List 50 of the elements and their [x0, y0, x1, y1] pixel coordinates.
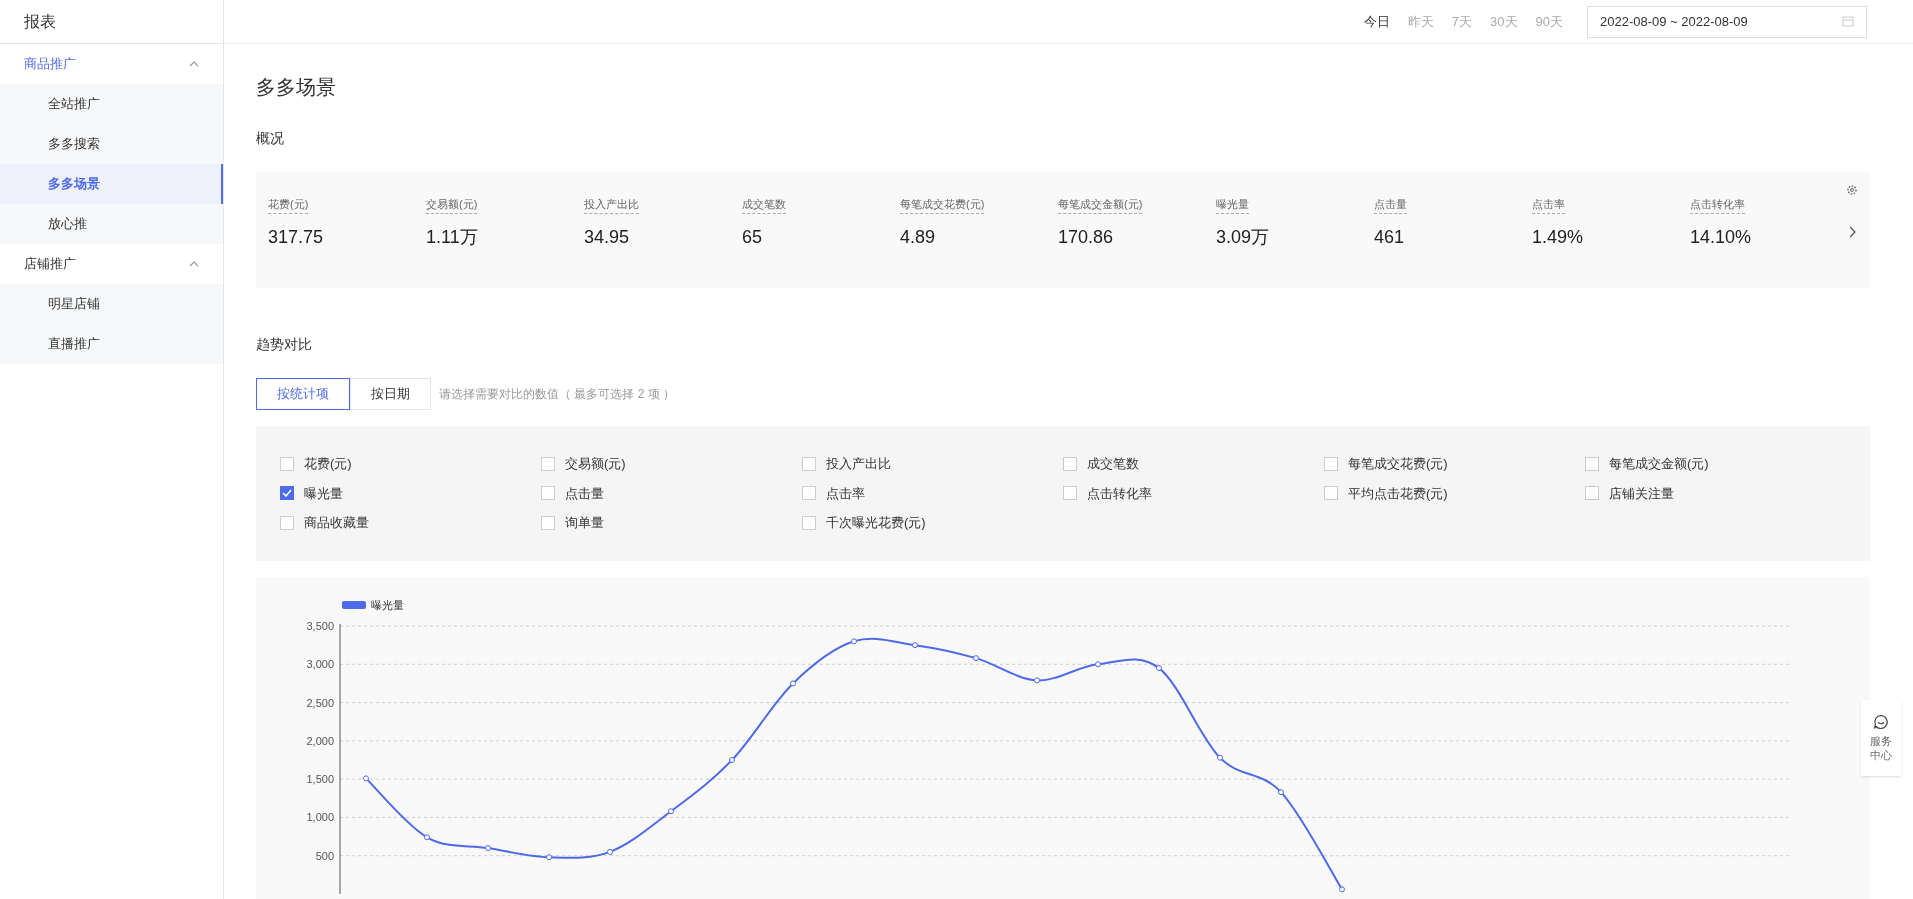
- metric-label: 每笔成交花费(元): [900, 196, 985, 214]
- hint-text: 请选择需要对比的数值（ 最多可选择 2 项 ）: [439, 386, 675, 403]
- option-label: 投入产出比: [826, 455, 891, 473]
- option-label: 点击转化率: [1087, 484, 1152, 503]
- metric-value: 1.49%: [1532, 225, 1585, 249]
- y-tick-label: 3,500: [306, 619, 334, 632]
- sidebar-title: 报表: [24, 11, 56, 32]
- legend-label: 曝光量: [371, 598, 404, 611]
- y-tick-label: 500: [315, 849, 334, 862]
- option-label: 每笔成交花费(元): [1348, 455, 1448, 473]
- option-label: 花费(元): [304, 455, 352, 473]
- option-label: 商品收藏量: [304, 514, 369, 532]
- option-label: 千次曝光花费(元): [826, 514, 926, 532]
- option-label: 点击率: [826, 484, 865, 503]
- metric-value: 65: [742, 225, 764, 249]
- option-label: 曝光量: [304, 484, 343, 503]
- option-label: 店铺关注量: [1609, 484, 1674, 503]
- metric-value: 317.75: [268, 225, 325, 249]
- metric-value: 4.89: [900, 225, 937, 249]
- metric-label: 曝光量: [1216, 196, 1249, 214]
- page-title: 多多场景: [256, 75, 337, 100]
- option-label: 点击量: [565, 484, 604, 503]
- metric-label: 花费(元): [268, 196, 309, 214]
- y-tick-label: 2,000: [306, 734, 334, 747]
- metric-value: 170.86: [1058, 225, 1115, 249]
- metric-value: 461: [1374, 225, 1406, 249]
- metric-value: 1.11万: [426, 225, 479, 249]
- y-tick-label: 3,000: [306, 657, 334, 670]
- option-label: 交易额(元): [565, 455, 626, 473]
- section-title: 概况: [256, 129, 285, 148]
- metric-label: 点击率: [1532, 196, 1565, 214]
- option-label: 询单量: [565, 514, 604, 532]
- metric-label: 点击量: [1374, 196, 1407, 214]
- option-label: 每笔成交金额(元): [1609, 455, 1709, 473]
- metric-value: 3.09万: [1216, 225, 1271, 249]
- metric-label: 交易额(元): [426, 196, 478, 214]
- y-tick-label: 1,500: [306, 772, 334, 785]
- y-tick-label: 2,500: [306, 696, 334, 709]
- metric-label: 投入产出比: [584, 196, 639, 214]
- metric-label: 每笔成交金额(元): [1058, 196, 1143, 214]
- option-label: 平均点击花费(元): [1348, 484, 1448, 503]
- metric-label: 成交笔数: [742, 196, 786, 214]
- y-tick-label: 1,000: [306, 810, 334, 823]
- metric-value: 14.10%: [1690, 225, 1753, 249]
- metric-value: 34.95: [584, 225, 631, 249]
- service-label: 中心: [1870, 748, 1892, 762]
- metric-label: 点击转化率: [1690, 196, 1745, 214]
- section-title: 趋势对比: [256, 335, 313, 354]
- service-label: 服务: [1870, 734, 1892, 748]
- option-label: 成交笔数: [1087, 455, 1139, 473]
